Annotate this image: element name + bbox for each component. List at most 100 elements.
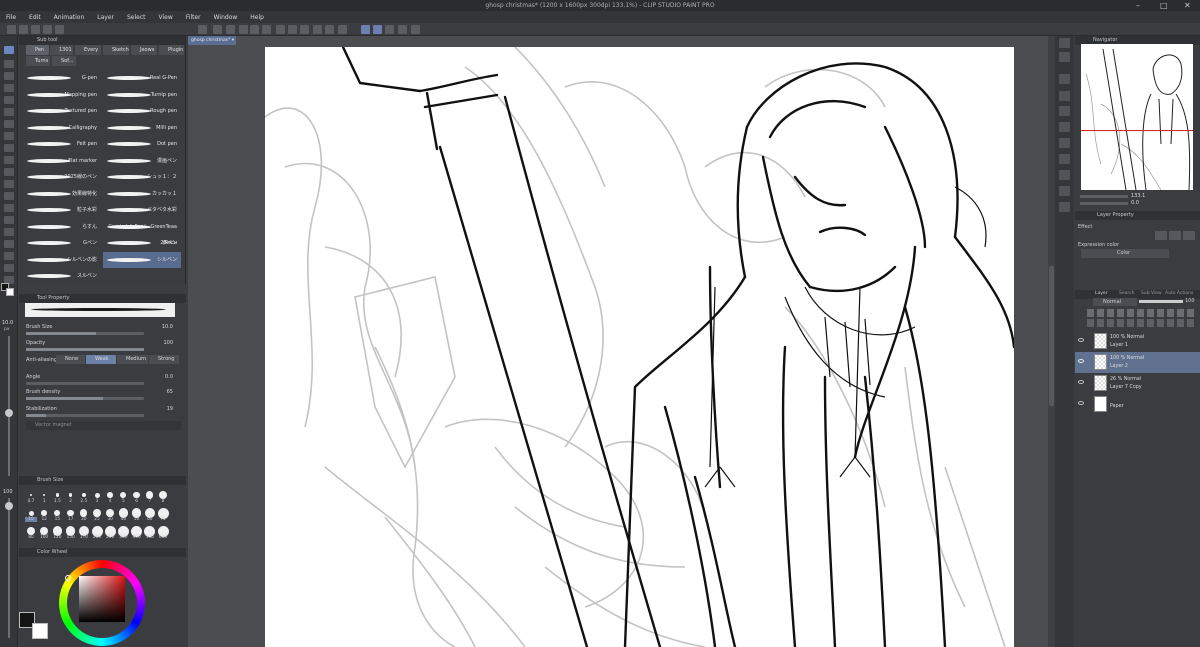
brush-size-label[interactable]: 0.7 [25, 499, 37, 504]
brush-item-left[interactable]: シルベンの影 [23, 252, 101, 268]
eye-icon[interactable] [1078, 380, 1084, 384]
brush-item-left[interactable]: G-pen [23, 70, 101, 86]
brush-item-right[interactable]: カッカッ１ [103, 186, 181, 202]
navigator-icon[interactable] [1059, 38, 1070, 48]
subtool-tab-every[interactable]: Every [75, 45, 101, 55]
tab-auto-actions[interactable]: Auto Actions [1165, 291, 1193, 296]
tab-search[interactable]: Search [1119, 291, 1134, 296]
grid-icon[interactable] [325, 25, 334, 34]
brush-item-right[interactable]: Comic Ink Pen/☁GreenTeaa (Recu [103, 219, 181, 246]
angle-value[interactable]: 0.0 [165, 374, 173, 380]
saturation-square[interactable] [79, 576, 125, 622]
stabilization-slider[interactable] [26, 414, 144, 417]
sub-color-box[interactable] [32, 623, 48, 639]
redo-icon[interactable] [262, 25, 271, 34]
menu-help[interactable]: Help [250, 14, 264, 21]
pen-tool-icon[interactable] [4, 46, 14, 54]
brush-size-label[interactable]: 15 [51, 517, 63, 522]
brush-size-label[interactable]: 10 [25, 517, 37, 522]
palette-icon[interactable] [226, 25, 235, 34]
brush-size-label[interactable]: 400 [131, 535, 143, 540]
brush-size-label[interactable]: 6 [131, 499, 143, 504]
gradient-tool-icon[interactable] [4, 144, 14, 152]
brush-size-label[interactable]: 50 [131, 517, 143, 522]
brush-item-left[interactable]: 2025線のペン [23, 169, 101, 185]
search-icon[interactable] [1059, 202, 1070, 212]
lasso-tool-icon[interactable] [4, 216, 14, 224]
menu-select[interactable]: Select [127, 14, 146, 21]
image-icon[interactable] [239, 25, 248, 34]
brush-size-label[interactable]: 1 [38, 499, 50, 504]
ruler-icon[interactable] [338, 25, 347, 34]
brush-item-left[interactable]: Flat marker [23, 153, 101, 169]
effect-border-icon[interactable] [1155, 231, 1167, 240]
figure-tool-icon[interactable] [4, 156, 14, 164]
canvas-scrollbar[interactable] [1048, 36, 1055, 647]
navigator-viewport[interactable] [1081, 44, 1193, 131]
brush-item-right[interactable]: シルベン [103, 251, 181, 268]
zoom-tool-icon[interactable] [4, 204, 14, 212]
timeline-icon[interactable] [1059, 138, 1070, 148]
brush-item-right[interactable]: シュッ１：２ [103, 169, 181, 185]
brush-size-dot[interactable] [27, 527, 35, 535]
brush-size-dot[interactable] [94, 492, 100, 498]
expression-color-dropdown[interactable]: Color [1081, 249, 1169, 258]
quick-access-icon[interactable] [1059, 186, 1070, 196]
aa-strong[interactable]: Strong [149, 355, 179, 364]
opacity-slider-thumb[interactable] [5, 502, 13, 510]
fill-icon[interactable] [300, 25, 309, 34]
drawing-canvas[interactable] [265, 47, 1014, 647]
maximize-button[interactable]: □ [1160, 0, 1168, 11]
eye-icon[interactable] [1078, 359, 1084, 363]
menu-filter[interactable]: Filter [186, 14, 201, 21]
document-tab[interactable]: ghosp christmas* ▾ [188, 36, 236, 45]
auto-actions-icon[interactable] [1059, 170, 1070, 180]
brush-size-dot[interactable] [159, 491, 167, 499]
brush-size-dot[interactable] [68, 493, 73, 497]
menu-view[interactable]: View [159, 14, 173, 21]
undo-icon[interactable] [250, 25, 259, 34]
brush-size-label[interactable]: 300 [117, 535, 129, 540]
eraser-tool-icon[interactable] [4, 84, 14, 92]
aa-none[interactable]: None [56, 355, 85, 364]
brush-size-label[interactable]: 20 [78, 517, 90, 522]
brush-size-label[interactable]: 25 [91, 517, 103, 522]
clear-icon[interactable] [213, 25, 222, 34]
decoration-tool-icon[interactable] [4, 108, 14, 116]
brush-item-right[interactable]: Dot pen [103, 136, 181, 152]
layer-row[interactable]: Paper [1075, 394, 1200, 415]
brush-item-right[interactable]: Turnip pen [103, 87, 181, 103]
hue-picker[interactable] [65, 575, 71, 581]
vector-magnet-row[interactable]: Vector magnet [26, 421, 181, 430]
info-icon[interactable] [1059, 74, 1070, 84]
nav-zoom-slider[interactable] [1080, 195, 1128, 198]
layer-opacity-slider[interactable] [1139, 300, 1183, 303]
brush-size-dot[interactable] [107, 492, 113, 498]
brush-size-label[interactable]: 2 [65, 499, 77, 504]
brush-size-dot[interactable] [146, 491, 154, 499]
brush-size-label[interactable]: 5 [117, 499, 129, 504]
brush-size-dot[interactable] [54, 509, 61, 517]
brush-size-dot[interactable] [120, 491, 127, 499]
scroll-thumb[interactable] [1049, 266, 1054, 406]
brush-item-left[interactable]: らすん [23, 219, 101, 235]
menu-file[interactable]: File [6, 14, 16, 21]
history-icon[interactable] [1059, 91, 1070, 101]
brush-size-label[interactable]: 30 [104, 517, 116, 522]
move-tool-icon[interactable] [4, 192, 14, 200]
save-icon[interactable] [31, 25, 40, 34]
brush-tool-icon[interactable] [4, 72, 14, 80]
selection-tool-icon[interactable] [4, 228, 14, 236]
brush-size-label[interactable]: 100 [38, 535, 50, 540]
brush-size-dot[interactable] [41, 510, 47, 516]
brush-size-label[interactable]: 60 [144, 517, 156, 522]
menu-layer[interactable]: Layer [97, 14, 114, 21]
brush-size-slider[interactable] [26, 332, 144, 335]
brush-size-label[interactable]: 40 [117, 517, 129, 522]
brush-size-label[interactable]: 7 [144, 499, 156, 504]
brush-item-left[interactable]: 効果線特化 [23, 186, 101, 202]
brush-size-dot[interactable] [42, 493, 46, 497]
new-file-icon[interactable] [7, 25, 16, 34]
brush-size-label[interactable]: 3 [91, 499, 103, 504]
brush-item-left[interactable]: Calligraphy [23, 120, 101, 136]
